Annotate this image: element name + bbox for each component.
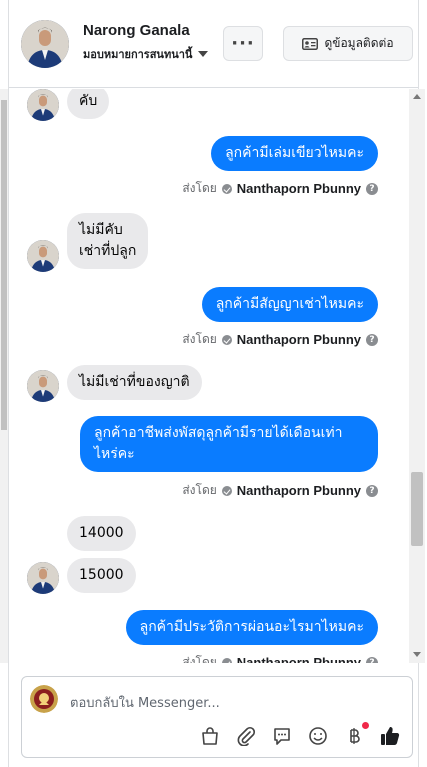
- outgoing-message[interactable]: ลูกค้ามีสัญญาเช่าไหมคะ: [201, 287, 378, 322]
- sent-by-name[interactable]: Nanthaporn Pbunny: [237, 483, 361, 498]
- page-avatar: [30, 685, 58, 713]
- outgoing-message[interactable]: ลูกค้ามีเล่มเขียวไหมคะ: [211, 136, 378, 171]
- outer-scrollbar-thumb[interactable]: [1, 100, 7, 430]
- contact-avatar-image: [21, 20, 69, 68]
- incoming-message[interactable]: ไม่มีคับ เช่าที่ปลูก: [67, 213, 149, 269]
- paperclip-icon[interactable]: [234, 724, 258, 748]
- contact-card-icon: [302, 37, 319, 50]
- sent-by-prefix: ส่งโดย: [182, 181, 217, 195]
- caret-down-icon: [198, 51, 209, 57]
- sent-by-prefix: ส่งโดย: [182, 655, 217, 663]
- verified-check-icon: [221, 485, 232, 496]
- sender-avatar-image: [27, 370, 59, 402]
- help-icon[interactable]: ?: [366, 484, 378, 497]
- sent-by-prefix: ส่งโดย: [182, 483, 217, 497]
- message-list[interactable]: คับ ลูกค้ามีเล่มเขียวไหมคะ ส่งโดย Nantha…: [9, 89, 418, 663]
- contact-name[interactable]: Narong Ganala: [83, 22, 190, 39]
- incoming-message[interactable]: ไม่มีเช่าที่ของญาติ: [67, 365, 202, 400]
- verified-check-icon: [221, 334, 232, 345]
- incoming-message[interactable]: 14000: [67, 516, 136, 551]
- sent-by-name[interactable]: Nanthaporn Pbunny: [237, 655, 361, 663]
- emoji-icon[interactable]: [306, 724, 330, 748]
- sender-avatar-image: [27, 562, 59, 594]
- shopping-bag-icon[interactable]: [198, 724, 222, 748]
- outgoing-message[interactable]: ลูกค้าอาชีพส่งพัสดุลูกค้ามีรายได้เดือนเท…: [80, 416, 378, 472]
- reply-input[interactable]: ตอบกลับใน Messenger...: [70, 692, 220, 713]
- help-icon[interactable]: ?: [366, 182, 378, 195]
- sender-avatar-image: [27, 240, 59, 272]
- more-options-icon: ···: [231, 33, 255, 54]
- incoming-message[interactable]: 15000: [67, 558, 136, 593]
- view-contact-info-button[interactable]: ดูข้อมูลติดต่อ: [283, 26, 413, 61]
- sent-by-line: ส่งโดย Nanthaporn Pbunny ?: [182, 653, 378, 663]
- verified-check-icon: [221, 657, 232, 663]
- sent-by-name[interactable]: Nanthaporn Pbunny: [237, 332, 361, 347]
- notification-dot: [362, 722, 369, 729]
- sent-by-line: ส่งโดย Nanthaporn Pbunny ?: [182, 330, 378, 349]
- sent-by-line: ส่งโดย Nanthaporn Pbunny ?: [182, 179, 378, 198]
- saved-reply-icon[interactable]: [270, 724, 294, 748]
- message-scrollbar-thumb[interactable]: [411, 472, 423, 546]
- scroll-down-arrow-icon[interactable]: [413, 652, 421, 657]
- message-scrollbar-track[interactable]: [409, 89, 425, 663]
- assign-label: มอบหมายการสนทนานี้: [83, 48, 193, 61]
- sent-by-line: ส่งโดย Nanthaporn Pbunny ?: [182, 481, 378, 500]
- outgoing-message[interactable]: ลูกค้ามีประวัติการผ่อนอะไรมาไหมคะ: [125, 610, 378, 645]
- page-logo-icon: [30, 685, 58, 713]
- scroll-up-arrow-icon[interactable]: [413, 94, 421, 99]
- more-options-button[interactable]: ···: [223, 26, 263, 61]
- help-icon[interactable]: ?: [366, 333, 378, 346]
- sender-avatar-image: [27, 89, 59, 121]
- sent-by-name[interactable]: Nanthaporn Pbunny: [237, 181, 361, 196]
- view-contact-info-label: ดูข้อมูลติดต่อ: [324, 36, 394, 50]
- sender-avatar[interactable]: [27, 370, 59, 402]
- incoming-message[interactable]: คับ: [67, 89, 110, 119]
- help-icon[interactable]: ?: [366, 656, 378, 663]
- thumbs-up-icon[interactable]: [378, 724, 402, 748]
- verified-check-icon: [221, 183, 232, 194]
- message-composer[interactable]: ตอบกลับใน Messenger...: [21, 676, 413, 758]
- sender-avatar[interactable]: [27, 89, 59, 121]
- sent-by-prefix: ส่งโดย: [182, 332, 217, 346]
- sender-avatar[interactable]: [27, 562, 59, 594]
- conversation-header: Narong Ganala มอบหมายการสนทนานี้ ··· ดูข…: [9, 0, 418, 88]
- contact-avatar[interactable]: [21, 20, 69, 68]
- assign-conversation-dropdown[interactable]: มอบหมายการสนทนานี้: [83, 45, 209, 63]
- sender-avatar[interactable]: [27, 240, 59, 272]
